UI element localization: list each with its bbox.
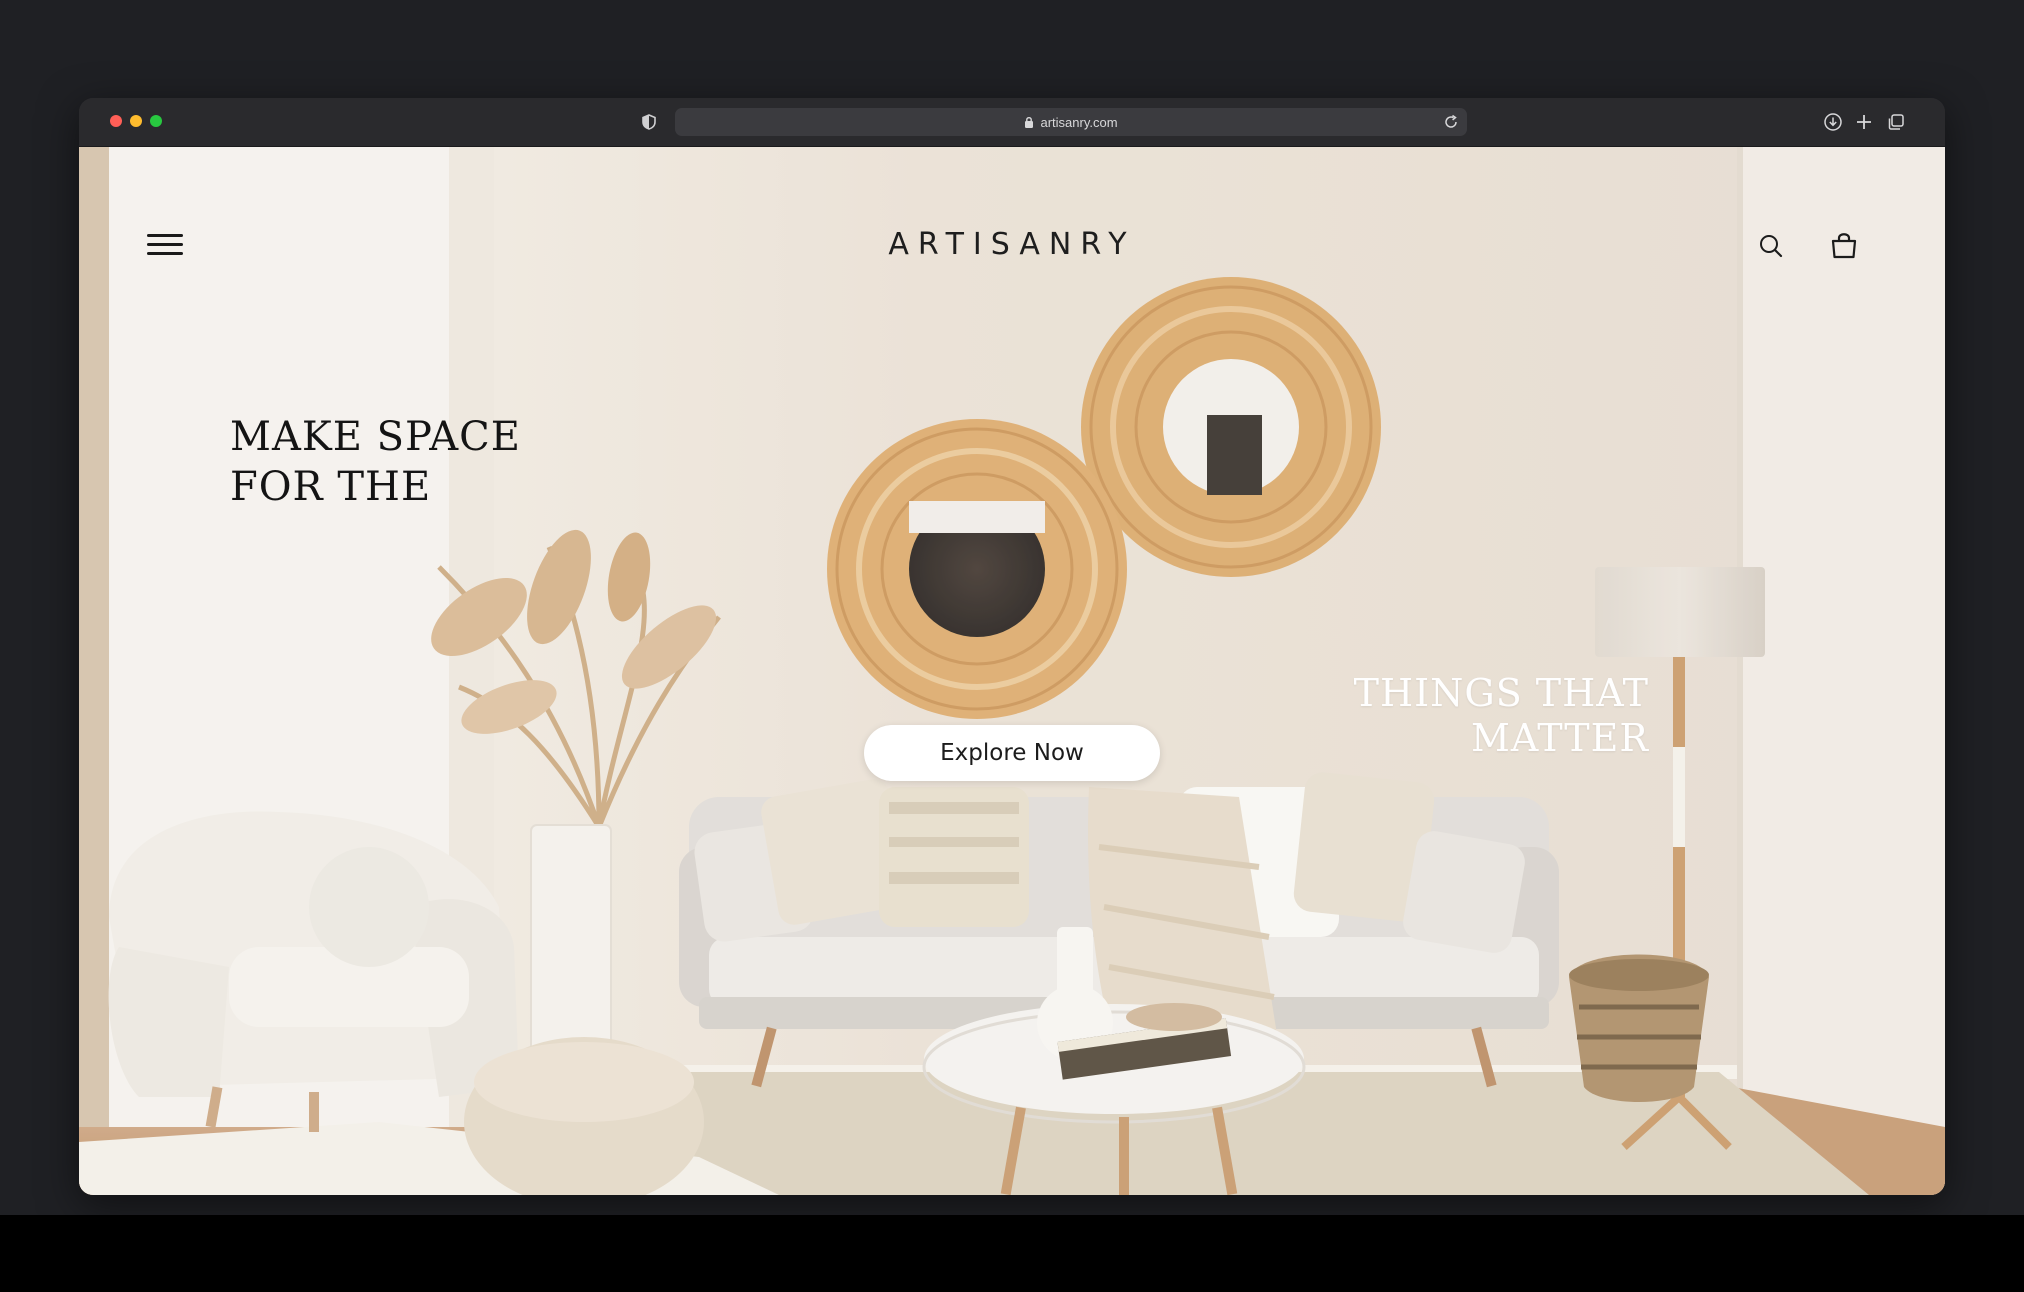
maximize-window-button[interactable]: [150, 115, 162, 127]
headline-left: MAKE SPACE FOR THE: [230, 412, 590, 512]
living-room-hero-image: [79, 147, 1945, 1195]
search-icon[interactable]: [1756, 231, 1786, 261]
site-logo[interactable]: ARTISANRY: [79, 227, 1945, 262]
browser-window: artisanry.com ARTISANRY MAKE SPACE FOR T…: [79, 98, 1945, 1195]
explore-now-button[interactable]: Explore Now: [864, 725, 1160, 781]
headline-right-line-2: MATTER: [1470, 716, 1649, 760]
headline-left-line-2: FOR THE: [230, 464, 432, 510]
tabs-overview-icon[interactable]: [1885, 111, 1907, 133]
close-window-button[interactable]: [110, 115, 122, 127]
shopping-bag-icon[interactable]: [1828, 229, 1860, 261]
download-icon[interactable]: [1822, 111, 1844, 133]
browser-toolbar: artisanry.com: [79, 98, 1945, 147]
headline-left-line-1: MAKE SPACE: [230, 414, 521, 460]
minimize-window-button[interactable]: [130, 115, 142, 127]
address-bar[interactable]: artisanry.com: [675, 108, 1467, 136]
hero-page: ARTISANRY MAKE SPACE FOR THE THINGS THAT…: [79, 147, 1945, 1195]
privacy-shield-icon[interactable]: [640, 113, 658, 131]
lock-icon: [1025, 116, 1034, 128]
url-text: artisanry.com: [1040, 114, 1118, 130]
headline-right-line-1: THINGS THAT: [1353, 671, 1649, 715]
headline-right: THINGS THAT MATTER: [1279, 671, 1649, 761]
desktop-bottom-band: [0, 1215, 2024, 1292]
plus-icon[interactable]: [1853, 111, 1875, 133]
reload-icon[interactable]: [1443, 114, 1459, 130]
